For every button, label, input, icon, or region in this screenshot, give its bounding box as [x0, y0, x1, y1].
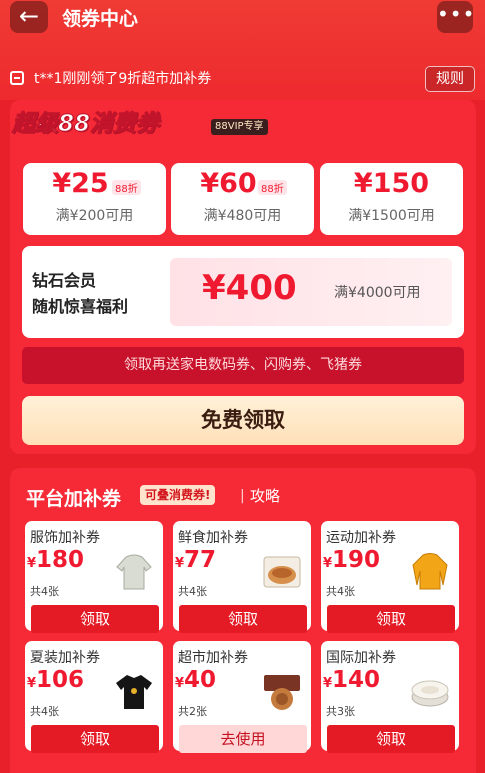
- category-name: 服饰加补券: [30, 530, 100, 546]
- ellipsis-icon: •••: [437, 2, 476, 26]
- amount-value: 77: [184, 547, 217, 573]
- category-name: 夏装加补券: [30, 650, 100, 666]
- coupon-card[interactable]: ¥25 88折 满¥200可用: [23, 163, 166, 235]
- tshirt-icon: [116, 675, 152, 709]
- claim-button[interactable]: 领取: [327, 725, 455, 753]
- hoodie-icon: [116, 554, 152, 590]
- category-qty: 共4张: [326, 585, 355, 598]
- platform-title: 平台加补券: [26, 488, 122, 510]
- coupon-condition: 满¥1500可用: [348, 208, 435, 224]
- category-qty: 共2张: [178, 705, 207, 718]
- coupon-card[interactable]: ¥150 满¥1500可用: [320, 163, 463, 235]
- use-button[interactable]: 去使用: [179, 725, 307, 753]
- yen-symbol: ¥: [175, 676, 185, 691]
- diamond-amount: ¥400: [202, 268, 297, 308]
- more-button[interactable]: •••: [437, 1, 476, 33]
- category-card-sports[interactable]: 运动加补券 ¥190 共4张 领取: [321, 521, 459, 633]
- category-card-fresh[interactable]: 鲜食加补券 ¥77 共4张 领取: [173, 521, 311, 633]
- amount-value: 190: [332, 547, 381, 573]
- diamond-member-card[interactable]: 钻石会员 随机惊喜福利 ¥400 满¥4000可用: [22, 246, 464, 338]
- diamond-line2: 随机惊喜福利: [32, 297, 129, 316]
- powder-compact-icon: [411, 680, 449, 707]
- amount-value: 140: [332, 667, 381, 693]
- claim-ticker: t**1刚刚领了9折超市加补券: [10, 66, 211, 90]
- coupon-condition: 满¥200可用: [55, 208, 134, 224]
- diamond-label: 钻石会员 随机惊喜福利: [32, 268, 128, 320]
- category-name: 国际加补券: [326, 650, 396, 666]
- claim-button[interactable]: 领取: [31, 725, 159, 753]
- yen-symbol: ¥: [323, 676, 333, 691]
- amount-value: 106: [36, 667, 85, 693]
- category-card-international[interactable]: 国际加补券 ¥140 共3张 领取: [321, 641, 459, 753]
- category-amount: ¥190: [323, 547, 380, 573]
- category-card-supermarket[interactable]: 超市加补券 ¥40 共2张 去使用: [173, 641, 311, 753]
- coupon-condition: 满¥480可用: [203, 208, 282, 224]
- top-bar: ← 领券中心 •••: [0, 0, 485, 36]
- amount-value: 180: [36, 547, 85, 573]
- category-qty: 共4张: [30, 705, 59, 718]
- yen-symbol: ¥: [27, 676, 37, 691]
- message-icon: [10, 71, 24, 85]
- rules-button[interactable]: 规则: [425, 66, 475, 92]
- discount-tag: 88折: [258, 180, 287, 195]
- bread-icon: [263, 556, 301, 588]
- category-amount: ¥180: [27, 547, 84, 573]
- category-amount: ¥140: [323, 667, 380, 693]
- back-button[interactable]: ←: [10, 1, 48, 33]
- page-title: 领券中心: [62, 8, 139, 30]
- promo-title: 超级88消费券: [11, 111, 160, 138]
- diamond-condition: 满¥4000可用: [334, 285, 421, 301]
- category-qty: 共4张: [178, 585, 207, 598]
- category-qty: 共3张: [326, 705, 355, 718]
- category-amount: ¥40: [175, 667, 216, 693]
- vip-tag: 88VIP专享: [211, 119, 268, 135]
- category-card-apparel[interactable]: 服饰加补券 ¥180 共4张 领取: [25, 521, 163, 633]
- ticker-text: t**1刚刚领了9折超市加补券: [34, 71, 212, 87]
- strategy-link[interactable]: 攻略: [250, 485, 280, 506]
- coupon-amount: ¥150: [353, 168, 430, 199]
- category-card-summer[interactable]: 夏装加补券 ¥106 共4张 领取: [25, 641, 163, 753]
- claim-button[interactable]: 领取: [327, 605, 455, 633]
- claim-button[interactable]: 领取: [179, 605, 307, 633]
- yen-symbol: ¥: [175, 556, 185, 571]
- category-qty: 共4张: [30, 585, 59, 598]
- category-amount: ¥106: [27, 667, 84, 693]
- yen-symbol: ¥: [27, 556, 37, 571]
- amount-value: 40: [184, 667, 217, 693]
- category-amount: ¥77: [175, 547, 216, 573]
- bonus-info-strip: 领取再送家电数码券、闪购券、飞猪券: [22, 347, 464, 384]
- category-name: 鲜食加补券: [178, 530, 248, 546]
- stackable-tag: 可叠消费券!: [140, 485, 216, 505]
- free-claim-button[interactable]: 免费领取: [22, 396, 464, 445]
- yen-symbol: ¥: [323, 556, 333, 571]
- discount-tag: 88折: [112, 180, 141, 195]
- jacket-icon: [412, 553, 448, 590]
- coupon-card[interactable]: ¥60 88折 满¥480可用: [171, 163, 314, 235]
- divider: |: [240, 488, 245, 504]
- category-name: 超市加补券: [178, 650, 248, 666]
- diamond-line1: 钻石会员: [32, 271, 97, 290]
- category-name: 运动加补券: [326, 530, 396, 546]
- mooncake-icon: [264, 675, 300, 710]
- claim-button[interactable]: 领取: [31, 605, 159, 633]
- arrow-left-icon: ←: [18, 2, 40, 30]
